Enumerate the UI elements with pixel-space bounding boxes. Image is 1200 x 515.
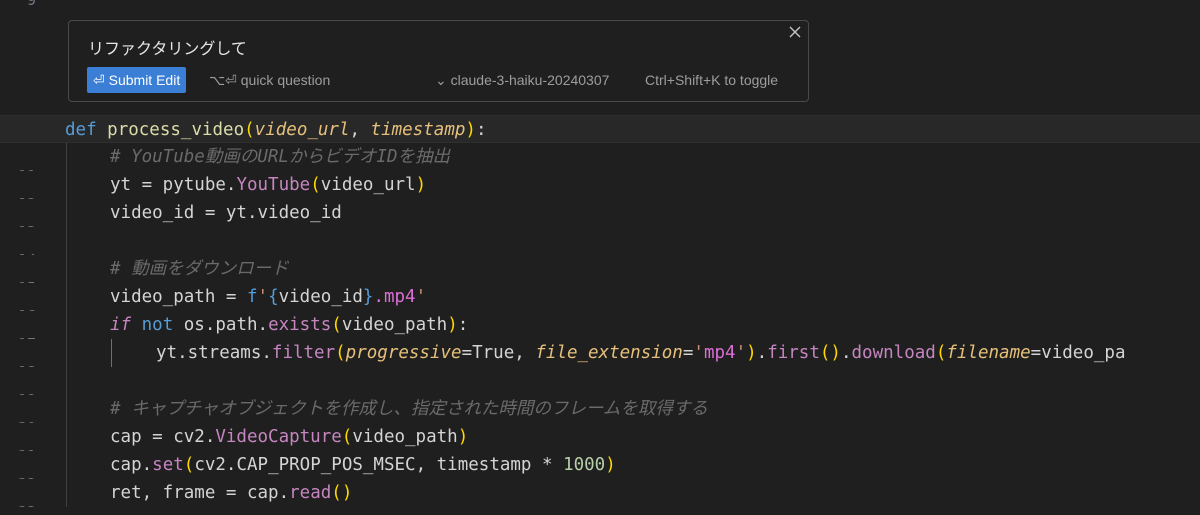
code-line[interactable]: 21 cap = cv2.VideoCapture(video_path) (0, 423, 1200, 451)
prompt-input[interactable]: リファクタリングして (88, 35, 247, 59)
code-comment: # キャプチャオブジェクトを作成し、指定された時間のフレームを取得する (110, 399, 708, 419)
line-number: 14 (0, 246, 36, 255)
line-number: 9 (26, 0, 36, 9)
code-text: cap = cv2.VideoCapture(video_path) (110, 427, 469, 447)
code-text: yt.streams.filter(progressive=True, file… (156, 343, 1126, 363)
code-line[interactable]: 14 (0, 227, 1200, 255)
code-line[interactable]: 13 video_id = yt.video_id (0, 199, 1200, 227)
code-comment: # 動画をダウンロード (110, 259, 289, 279)
indent-guide (66, 311, 67, 339)
close-icon[interactable] (786, 23, 804, 41)
code-line[interactable]: 10 def process_video(video_url, timestam… (0, 115, 1200, 143)
code-line[interactable]: 20 # キャプチャオブジェクトを作成し、指定された時間のフレームを取得する (0, 395, 1200, 423)
indent-guide (66, 367, 67, 395)
line-number: 13 (0, 218, 36, 227)
code-text: ret, frame = cap.read() (110, 483, 353, 503)
code-line[interactable]: 18 yt.streams.filter(progressive=True, f… (0, 339, 1200, 367)
code-line[interactable]: 16 video_path = f'{video_id}.mp4' (0, 283, 1200, 311)
indent-guide (66, 339, 67, 367)
code-text: def process_video(video_url, timestamp): (65, 120, 487, 140)
code-text: yt = pytube.YouTube(video_url) (110, 175, 427, 195)
toggle-hint: Ctrl+Shift+K to toggle (645, 72, 779, 88)
inline-edit-prompt[interactable]: リファクタリングして ⏎ Submit Edit ⌥⏎ quick questi… (68, 20, 809, 102)
indent-guide (66, 199, 67, 227)
model-selector[interactable]: ⌄ claude-3-haiku-20240307 (435, 67, 609, 93)
line-number: 20 (0, 414, 36, 423)
quick-question-button[interactable]: ⌥⏎ quick question (209, 67, 330, 93)
code-text: video_path = f'{video_id}.mp4' (110, 287, 427, 307)
indent-guide (66, 171, 67, 199)
line-number: 18 (0, 358, 36, 367)
submit-edit-button[interactable]: ⏎ Submit Edit (87, 67, 187, 93)
indent-guide (66, 227, 67, 255)
line-number: 22 (0, 470, 36, 479)
code-line[interactable]: 23 ret, frame = cap.read() (0, 479, 1200, 507)
code-line[interactable]: 19 (0, 367, 1200, 395)
code-line[interactable]: 22 cap.set(cv2.CAP_PROP_POS_MSEC, timest… (0, 451, 1200, 479)
indent-guide (66, 255, 67, 283)
line-number: 10 (0, 135, 36, 142)
line-number: 12 (0, 190, 36, 199)
line-number: 23 (0, 498, 36, 507)
indent-guide (66, 283, 67, 311)
code-text: if not os.path.exists(video_path): (110, 315, 469, 335)
code-text: cap.set(cv2.CAP_PROP_POS_MSEC, timestamp… (110, 455, 616, 475)
line-number: 19 (0, 386, 36, 395)
code-text: video_id = yt.video_id (110, 203, 342, 223)
code-line[interactable]: 17 if not os.path.exists(video_path): (0, 311, 1200, 339)
code-comment: # YouTube動画のURLからビデオIDを抽出 (110, 147, 451, 167)
indent-guide (66, 423, 67, 451)
code-line[interactable]: 12 yt = pytube.YouTube(video_url) (0, 171, 1200, 199)
indent-guide (66, 395, 67, 423)
indent-guide (66, 143, 67, 171)
indent-guide (66, 479, 67, 507)
line-number: 15 (0, 274, 36, 283)
line-number: 16 (0, 302, 36, 311)
indent-guide (66, 451, 67, 479)
line-number: 21 (0, 442, 36, 451)
line-number: 17 (0, 330, 36, 339)
code-line[interactable]: 15 # 動画をダウンロード (0, 255, 1200, 283)
indent-guide (111, 339, 112, 367)
line-number: 11 (0, 162, 36, 171)
code-line[interactable]: 11 # YouTube動画のURLからビデオIDを抽出 (0, 143, 1200, 171)
